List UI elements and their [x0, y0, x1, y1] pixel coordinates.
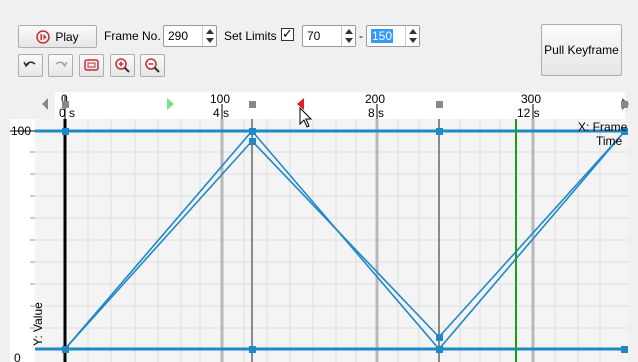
frame-tick-300: 300 — [521, 92, 541, 106]
limit-start-value: 70 — [307, 29, 321, 43]
keyframe-point[interactable] — [249, 128, 256, 135]
time-tick-0: 0 s — [59, 106, 75, 120]
ruler-keyframe-marker[interactable] — [249, 101, 256, 108]
keyframe-point[interactable] — [436, 128, 443, 135]
frame-no-label: Frame No. — [104, 29, 161, 43]
zoom-in-icon — [115, 58, 130, 73]
redo-button[interactable] — [48, 54, 73, 77]
frame-tick-200: 200 — [365, 92, 385, 106]
frame-no-stepper[interactable] — [202, 26, 216, 46]
undo-icon — [23, 61, 36, 68]
keyframe-point[interactable] — [436, 334, 443, 341]
redo-icon — [55, 61, 68, 68]
pull-keyframe-button[interactable]: Pull Keyframe — [541, 24, 622, 76]
fit-view-icon — [84, 59, 99, 71]
undo-button[interactable] — [18, 54, 43, 77]
limit-start-stepper[interactable] — [341, 26, 355, 46]
frame-tick-100: 100 — [210, 92, 230, 106]
time-tick-12: 12 s — [517, 106, 540, 120]
zoom-in-button[interactable] — [110, 54, 135, 77]
y-axis-label: Y: Value — [31, 302, 45, 346]
checkmark-icon: ✓ — [282, 26, 293, 41]
keyframe-point[interactable] — [436, 346, 443, 353]
zoom-out-icon — [145, 58, 160, 73]
pull-keyframe-label: Pull Keyframe — [544, 43, 619, 57]
keyframe-point[interactable] — [249, 138, 256, 145]
y-min-label: 0 — [14, 351, 21, 362]
keyframe-point[interactable] — [621, 346, 628, 353]
keyframe-point[interactable] — [249, 346, 256, 353]
limit-start-spinbox[interactable]: 70 — [302, 25, 356, 47]
x-axis-label-line2: Time — [596, 134, 623, 148]
limit-end-value: 150 — [371, 29, 394, 43]
limit-dash: - — [359, 29, 363, 43]
limit-end-stepper[interactable] — [405, 26, 419, 46]
set-limits-checkbox[interactable]: ✓ — [281, 26, 294, 41]
time-tick-4: 4 s — [213, 106, 229, 120]
time-tick-8: 8 s — [368, 106, 384, 120]
fit-view-button[interactable] — [79, 54, 104, 77]
ruler-keyframe-marker[interactable] — [436, 101, 443, 108]
play-pause-icon — [36, 29, 51, 44]
ruler-keyframe-marker[interactable] — [621, 101, 628, 108]
ruler-keyframe-marker[interactable] — [62, 101, 69, 108]
limit-end-spinbox[interactable]: 150 — [366, 25, 420, 47]
frame-no-spinbox[interactable]: 290 — [163, 25, 217, 47]
zoom-out-button[interactable] — [140, 54, 165, 77]
play-button[interactable]: Play — [18, 25, 97, 48]
keyframe-point[interactable] — [62, 346, 69, 353]
frame-no-value: 290 — [168, 29, 189, 43]
x-axis-label-line1: X: Frame — [578, 120, 628, 134]
curve-editor[interactable]: 0 100 200 300 0 s 4 s 8 s 12 s 100 0 X: … — [0, 88, 638, 362]
keyframe-point[interactable] — [62, 128, 69, 135]
play-button-label: Play — [55, 29, 79, 44]
set-limits-label: Set Limits — [224, 29, 277, 43]
timeline-scroll-left-icon[interactable] — [42, 98, 48, 110]
